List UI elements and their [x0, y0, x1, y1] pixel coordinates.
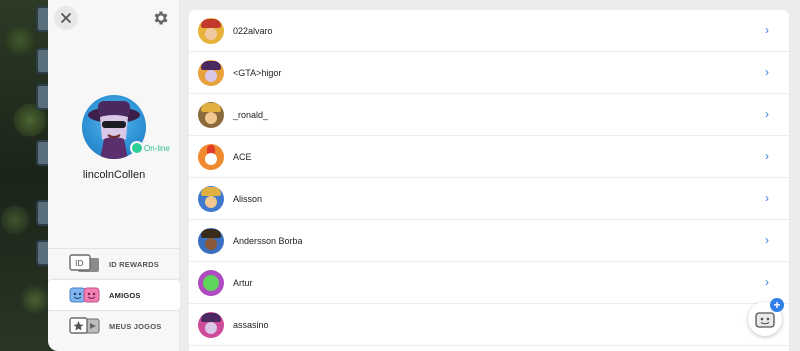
friend-row[interactable]: assasino: [189, 304, 789, 346]
friend-row[interactable]: Artur ›: [189, 262, 789, 304]
friend-name: Andersson Borba: [233, 235, 303, 246]
friends-icon: [69, 287, 100, 303]
red-helmet-avatar-icon: [198, 17, 224, 44]
friend-name: Alisson: [233, 193, 263, 204]
chevron-right-icon: ›: [765, 149, 769, 163]
svg-text:ID: ID: [75, 259, 84, 268]
plus-icon: +: [770, 298, 784, 312]
spike-avatar-icon: [198, 269, 224, 296]
friend-name: _ronald_: [233, 109, 269, 120]
chevron-right-icon: ›: [765, 275, 769, 289]
chevron-right-icon: ›: [765, 65, 769, 79]
friend-name: ACE: [233, 151, 252, 162]
mortis-avatar-icon: [198, 59, 224, 86]
friend-name: assasino: [233, 319, 269, 330]
close-icon: [61, 13, 71, 23]
friends-list-area: 022alvaro › <GTA>higor › _ronald_ › ACE …: [180, 0, 800, 351]
friend-row[interactable]: Alisson ›: [189, 178, 789, 220]
menu-item-meus-jogos[interactable]: MEUS JOGOS: [48, 310, 180, 341]
profile-panel: On-line lincolnCollen ID ID REWARDS AMIG…: [48, 0, 180, 351]
username: lincolnCollen: [82, 169, 146, 181]
menu-item-amigos[interactable]: AMIGOS: [48, 279, 180, 310]
chevron-right-icon: ›: [765, 191, 769, 205]
friend-row[interactable]: ACE ›: [189, 136, 789, 178]
menu-item-id-rewards[interactable]: ID ID REWARDS: [48, 248, 180, 279]
gear-icon: [154, 11, 168, 25]
menu-label-amigos: AMIGOS: [109, 290, 141, 300]
mortis-avatar-icon: [198, 311, 224, 338]
friend-row[interactable]: Andersson Borba ›: [189, 220, 789, 262]
barbarian-avatar-icon: [198, 185, 224, 212]
friend-row[interactable]: <GTA>higor ›: [189, 52, 789, 94]
id-rewards-icon: ID: [69, 254, 99, 272]
hog-rider-avatar-icon: [198, 227, 224, 254]
friend-name: <GTA>higor: [233, 67, 282, 78]
menu-label-id-rewards: ID REWARDS: [109, 259, 159, 269]
menu-label-meus-jogos: MEUS JOGOS: [109, 321, 162, 331]
friend-name: 022alvaro: [233, 25, 273, 36]
add-friend-icon: [755, 312, 775, 328]
friend-row[interactable]: 022alvaro ›: [189, 10, 789, 52]
friend-row[interactable]: _ronald_ ›: [189, 94, 789, 136]
chicken-avatar-icon: [198, 143, 224, 170]
side-menu: ID ID REWARDS AMIGOS MEUS JOGOS: [48, 248, 180, 341]
chevron-right-icon: ›: [765, 233, 769, 247]
friend-name: Artur: [233, 277, 253, 288]
online-status-label: On-line: [144, 144, 170, 153]
friends-list: 022alvaro › <GTA>higor › _ronald_ › ACE …: [189, 10, 789, 351]
chevron-right-icon: ›: [765, 107, 769, 121]
close-button[interactable]: [54, 6, 78, 30]
chevron-right-icon: ›: [765, 23, 769, 37]
my-games-icon: [69, 317, 100, 334]
online-status-dot: [130, 141, 144, 155]
settings-button[interactable]: [151, 8, 171, 28]
add-friend-button[interactable]: +: [748, 298, 784, 336]
barbarian-avatar-icon: [198, 101, 224, 128]
